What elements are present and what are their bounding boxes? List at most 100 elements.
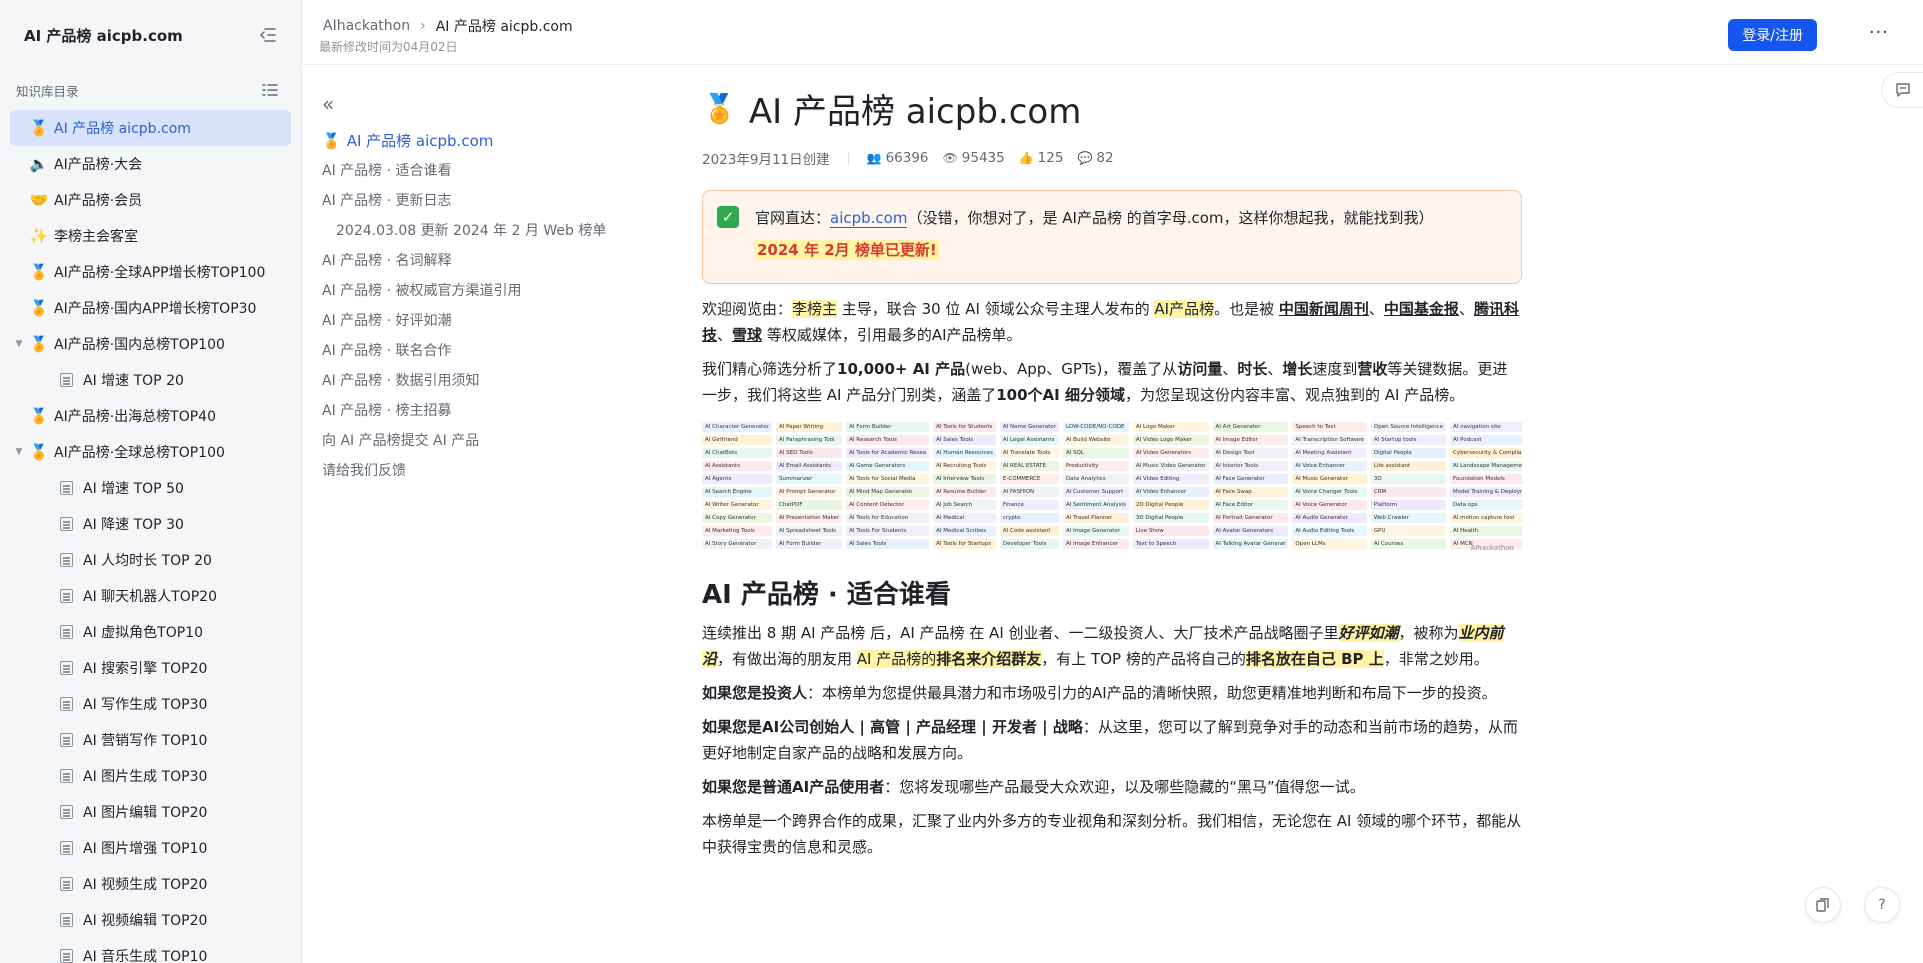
sidebar-item-label: AI 写作生成 TOP30 xyxy=(83,697,208,713)
more-icon[interactable]: ··· xyxy=(1869,24,1889,42)
callout-prefix: 官网直达： xyxy=(755,209,831,227)
sidebar-item[interactable]: AI 视频生成 TOP20 xyxy=(10,866,291,902)
outline-item[interactable]: AI 产品榜 · 适合谁看 xyxy=(322,156,622,186)
sidebar-item[interactable]: AI 视频编辑 TOP20 xyxy=(10,902,291,938)
category-chip: AI Courses xyxy=(1370,539,1446,549)
category-chip: Data Analytics xyxy=(1062,474,1129,484)
image-column: AI Paper Writing AI Paraphrasing Tool AI S… xyxy=(775,422,843,556)
sidebar-item[interactable]: AI 聊天机器人TOP20 xyxy=(10,578,291,614)
document-icon xyxy=(60,697,73,711)
sidebar-item[interactable]: AI 图片生成 TOP30 xyxy=(10,758,291,794)
category-chip: AI Research Tools xyxy=(846,435,930,445)
sidebar-item[interactable]: ✨ 李榜主会客室 xyxy=(10,218,291,254)
outline-item[interactable]: AI 产品榜 · 被权威官方渠道引用 xyxy=(322,276,622,306)
sidebar-item[interactable]: AI 图片增强 TOP10 xyxy=(10,830,291,866)
outline-item[interactable]: AI 产品榜 · 联名合作 xyxy=(322,336,622,366)
category-chip: AI Face Generator xyxy=(1212,474,1289,484)
investor-paragraph: 如果您是投资人：本榜单为您提供最具潜力和市场吸引力的AI产品的清晰快照，助您更精… xyxy=(702,680,1522,706)
text: 、 xyxy=(1368,300,1384,318)
help-icon[interactable]: ? xyxy=(1864,887,1900,923)
category-chip: AI Image Editor xyxy=(1212,435,1289,445)
category-chip: Finance xyxy=(999,500,1059,510)
list-view-icon[interactable] xyxy=(259,79,281,101)
sidebar-item-label: AI 图片编辑 TOP20 xyxy=(83,805,208,821)
image-column: AI Tools for Students AI Sales Tools AI Hu… xyxy=(933,422,996,556)
sidebar-item[interactable]: AI 增速 TOP 20 xyxy=(10,362,291,398)
category-chip: AI Build Website xyxy=(1062,435,1129,445)
outline-item[interactable]: AI 产品榜 · 榜主招募 xyxy=(322,396,622,426)
likes-stat[interactable]: 👍 125 xyxy=(1019,150,1064,166)
sidebar-item[interactable]: AI 降速 TOP 30 xyxy=(10,506,291,542)
comments-stat[interactable]: 💬 82 xyxy=(1077,150,1113,166)
category-map-image[interactable]: AI Character Generator AI Girlfriend AI Ch… xyxy=(702,422,1522,556)
category-chip: AI Travel Planner xyxy=(1062,513,1129,523)
sidebar-item[interactable]: AI 写作生成 TOP30 xyxy=(10,686,291,722)
sidebar-item[interactable]: AI 虚拟角色TOP10 xyxy=(10,614,291,650)
text: 我们精心筛选分析了 xyxy=(702,360,838,378)
page-emoji-icon: ✨ xyxy=(29,227,49,245)
text: 等权威媒体，引用最多的AI产品榜单。 xyxy=(762,326,1022,344)
sidebar-item[interactable]: ▼ 🏅 AI产品榜·全球总榜TOP100 xyxy=(10,434,291,470)
outline-item[interactable]: AI 产品榜 · 更新日志 xyxy=(322,186,622,216)
update-notice-text: 2024 年 2月 榜单已更新! xyxy=(755,240,939,260)
category-chip: AI Music Generator xyxy=(1292,474,1367,484)
sidebar-item[interactable]: 🏅 AI 产品榜 aicpb.com xyxy=(10,110,291,146)
caret-down-icon[interactable]: ▼ xyxy=(10,447,28,457)
document-body: 🏅 AI 产品榜 aicpb.com 2023年9月11日创建 👥 66396 👁… xyxy=(702,80,1522,860)
sidebar-item[interactable]: AI 音乐生成 TOP10 xyxy=(10,938,291,963)
category-chip: AI Tools for Social Media xyxy=(846,474,930,484)
category-chip: AI Face Swap xyxy=(1212,487,1289,497)
text: ：您将发现哪些产品最受大众欢迎，以及哪些隐藏的“黑马”值得您一试。 xyxy=(884,778,1365,796)
text: 、 xyxy=(1267,360,1283,378)
sidebar-item-label: AI产品榜·国内APP增长榜TOP30 xyxy=(54,301,257,317)
sidebar-item[interactable]: AI 图片编辑 TOP20 xyxy=(10,794,291,830)
sidebar-item-label: AI产品榜·大会 xyxy=(54,157,143,173)
outline-item[interactable]: 向 AI 产品榜提交 AI 产品 xyxy=(322,426,622,456)
category-chip: AI Video Enhancer xyxy=(1132,487,1209,497)
category-chip: LOW-CODE/NO-CODE xyxy=(1062,422,1129,432)
outline-item[interactable]: AI 产品榜 · 好评如潮 xyxy=(322,306,622,336)
sidebar-item-label: AI产品榜·出海总榜TOP40 xyxy=(54,409,216,425)
breadcrumb-root[interactable]: AIhackathon xyxy=(323,18,410,34)
document-icon xyxy=(60,805,73,819)
sidebar-item-label: AI 产品榜 aicpb.com xyxy=(54,121,191,137)
website-link[interactable]: aicpb.com xyxy=(830,209,908,228)
sidebar-item[interactable]: ▼ 🏅 AI产品榜·国内总榜TOP100 xyxy=(10,326,291,362)
breadcrumb-current[interactable]: AI 产品榜 aicpb.com xyxy=(436,16,573,36)
bold-text: 访问量 xyxy=(1177,360,1223,378)
sidebar-item-label: AI 音乐生成 TOP10 xyxy=(83,949,208,963)
outline-item[interactable]: 2024.03.08 更新 2024 年 2 月 Web 榜单 xyxy=(322,216,622,246)
page-emoji-icon: 🏅 xyxy=(29,443,49,461)
document-icon xyxy=(60,661,73,675)
copy-icon[interactable] xyxy=(1805,887,1841,923)
sidebar-item[interactable]: 🤝 AI产品榜·会员 xyxy=(10,182,291,218)
category-chip: AI Tools for Education xyxy=(846,513,930,523)
sidebar-item[interactable]: 🏅 AI产品榜·全球APP增长榜TOP100 xyxy=(10,254,291,290)
sidebar-item[interactable]: AI 营销写作 TOP10 xyxy=(10,722,291,758)
created-date: 2023年9月11日创建 xyxy=(702,152,830,168)
outline-item[interactable]: 请给我们反馈 xyxy=(322,456,622,486)
category-chip: Foundation Models xyxy=(1449,474,1522,484)
login-button[interactable]: 登录/注册 xyxy=(1728,19,1817,51)
category-chip: Text to Speech xyxy=(1132,539,1209,549)
sidebar-item[interactable]: 🔈 AI产品榜·大会 xyxy=(10,146,291,182)
outline-item-label: 向 AI 产品榜提交 AI 产品 xyxy=(322,433,480,449)
text: ，为您呈现这份内容丰富、观点独到的 AI 产品榜。 xyxy=(1124,386,1465,404)
outline-item[interactable]: AI 产品榜 · 名词解释 xyxy=(322,246,622,276)
sidebar-item[interactable]: AI 增速 TOP 50 xyxy=(10,470,291,506)
sidebar-item[interactable]: AI 人均时长 TOP 20 xyxy=(10,542,291,578)
outline-item[interactable]: AI 产品榜 · 数据引用须知 xyxy=(322,366,622,396)
sidebar-item[interactable]: 🏅 AI产品榜·国内APP增长榜TOP30 xyxy=(10,290,291,326)
collapse-outline-icon[interactable]: « xyxy=(322,94,622,116)
text: 主导，联合 30 位 AI 领域公众号主理人发布的 xyxy=(837,300,1155,318)
document-icon xyxy=(60,625,73,639)
highlight: 李榜主 xyxy=(792,300,838,318)
collapse-sidebar-icon[interactable] xyxy=(257,24,279,46)
sidebar-item[interactable]: 🏅 AI产品榜·出海总榜TOP40 xyxy=(10,398,291,434)
comment-panel-icon[interactable] xyxy=(1881,72,1923,108)
outline-item[interactable]: 🏅 AI 产品榜 aicpb.com xyxy=(322,126,622,156)
views-stat: 👁 95435 xyxy=(943,150,1005,166)
caret-down-icon[interactable]: ▼ xyxy=(10,339,28,349)
sidebar-item[interactable]: AI 搜索引擎 TOP20 xyxy=(10,650,291,686)
intro-paragraph: 欢迎阅览由：李榜主 主导，联合 30 位 AI 领域公众号主理人发布的 AI产品… xyxy=(702,296,1522,348)
